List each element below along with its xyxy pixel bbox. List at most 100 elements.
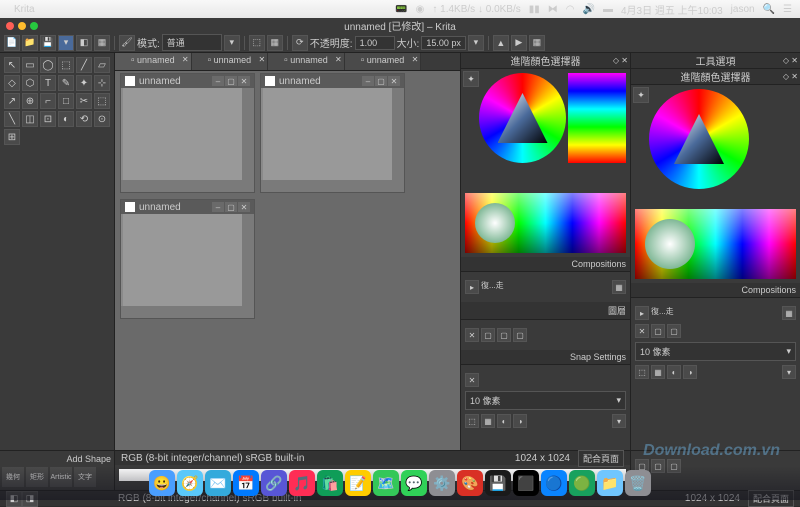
scrollbar-v[interactable] xyxy=(242,214,254,306)
document-tab[interactable]: ▫ unnamed✕ xyxy=(345,53,422,70)
menubar-wifi-icon[interactable]: ◉ xyxy=(416,4,425,15)
tool-button[interactable]: ⬚ xyxy=(58,57,74,73)
comp-opt2-icon[interactable]: ▦ xyxy=(782,306,796,320)
pixel-dropdown[interactable]: 10 像素 xyxy=(465,391,626,410)
brush3-icon[interactable]: ◐ xyxy=(667,365,681,379)
new-file-button[interactable]: 📄 xyxy=(4,35,20,51)
scrollbar-v[interactable] xyxy=(392,88,404,180)
dock-app-icon[interactable]: 💬 xyxy=(401,470,427,496)
tool-button[interactable]: ◯ xyxy=(40,57,56,73)
menubar-volume-icon[interactable]: 🔊 xyxy=(583,4,595,15)
win-min-icon[interactable]: ‒ xyxy=(212,202,224,212)
dock-app-icon[interactable]: 🟢 xyxy=(569,470,595,496)
win-min-icon[interactable]: ‒ xyxy=(362,76,374,86)
menubar-line-icon[interactable]: 📟 xyxy=(395,4,407,15)
mode-dropdown-icon[interactable]: ▾ xyxy=(224,35,240,51)
dock-app-icon[interactable]: 🗑️ xyxy=(625,470,651,496)
snap-x-icon[interactable]: ✕ xyxy=(465,373,479,387)
canvas-window-titlebar[interactable]: unnamed‒▢✕ xyxy=(261,74,404,88)
document-tab[interactable]: ▫ unnamed✕ xyxy=(115,53,192,70)
mirror-v-button[interactable]: ▶ xyxy=(511,35,527,51)
color-triangle[interactable] xyxy=(498,93,548,143)
panel-close-icon[interactable]: ◇ ✕ xyxy=(783,72,798,81)
dock-app-icon[interactable]: ⚙️ xyxy=(429,470,455,496)
brush1-icon[interactable]: ⬚ xyxy=(465,414,479,428)
opacity-input[interactable]: 1.00 xyxy=(355,36,395,50)
blend-mode-dropdown[interactable]: 普通 xyxy=(162,34,222,51)
tool-button[interactable]: ⊙ xyxy=(94,111,110,127)
tool-button[interactable]: ⬚ xyxy=(94,93,110,109)
canvas[interactable] xyxy=(263,88,392,180)
brush-preset-button[interactable]: 🖌 xyxy=(119,35,135,51)
panel-close-icon[interactable]: ◇ ✕ xyxy=(613,56,628,65)
brush4-icon[interactable]: ◑ xyxy=(683,365,697,379)
color-triangle-2[interactable] xyxy=(674,114,724,164)
tab-close-icon[interactable]: ✕ xyxy=(258,55,265,64)
layer-vis-icon[interactable]: ✕ xyxy=(635,324,649,338)
tool-button[interactable]: ↖ xyxy=(4,57,20,73)
hue-bar[interactable] xyxy=(568,73,626,163)
hue-preview-icon[interactable] xyxy=(475,203,515,243)
dock-app-icon[interactable]: 🛍️ xyxy=(317,470,343,496)
scrollbar-h[interactable] xyxy=(121,180,254,192)
tool-button[interactable]: ✂ xyxy=(76,93,92,109)
win-max-icon[interactable]: ▢ xyxy=(225,202,237,212)
alpha-lock-button[interactable]: ▦ xyxy=(267,35,283,51)
menubar-date[interactable]: 4月3日 週五 上午10:03 xyxy=(621,2,723,17)
menubar-search-icon[interactable]: 🔍 xyxy=(763,4,775,15)
eraser-button[interactable]: ⬚ xyxy=(249,35,265,51)
tool-button[interactable]: ⊕ xyxy=(22,93,38,109)
tool-button[interactable]: ▭ xyxy=(22,57,38,73)
hue-strip[interactable] xyxy=(465,193,626,253)
color-wheel-2[interactable] xyxy=(649,89,749,189)
dock-app-icon[interactable]: 🔵 xyxy=(541,470,567,496)
fit-dropdown[interactable]: 配合頁面 xyxy=(578,450,624,467)
app-name[interactable]: Krita xyxy=(14,4,35,15)
comp-opt2-icon[interactable]: ▦ xyxy=(612,280,626,294)
tool-button[interactable]: ◇ xyxy=(4,75,20,91)
tool-button[interactable]: ╱ xyxy=(76,57,92,73)
color-swatch-button[interactable]: ▾ xyxy=(58,35,74,51)
hue-preview-icon[interactable] xyxy=(645,219,695,269)
canvas-window-titlebar[interactable]: unnamed‒▢✕ xyxy=(121,74,254,88)
layer-b3-icon[interactable]: ▢ xyxy=(513,328,527,342)
comp-opt1-icon[interactable]: ▸ xyxy=(635,306,649,320)
tool-button[interactable]: T xyxy=(40,75,56,91)
document-tab[interactable]: ▫ unnamed✕ xyxy=(192,53,269,70)
win-min-icon[interactable]: ‒ xyxy=(212,76,224,86)
win-max-icon[interactable]: ▢ xyxy=(225,76,237,86)
tool-button[interactable]: ↗ xyxy=(4,93,20,109)
save-button[interactable]: 💾 xyxy=(40,35,56,51)
comp-opt1-icon[interactable]: ▸ xyxy=(465,280,479,294)
pixel-dropdown-2[interactable]: 10 像素 xyxy=(635,342,796,361)
scrollbar-h[interactable] xyxy=(121,306,254,318)
brush-add-icon[interactable]: ▾ xyxy=(782,365,796,379)
minimize-window-icon[interactable] xyxy=(18,22,26,30)
tab-close-icon[interactable]: ✕ xyxy=(182,55,189,64)
tool-button[interactable]: ⊞ xyxy=(4,129,20,145)
menubar-wifi2-icon[interactable]: ◠ xyxy=(566,4,575,15)
win-close-icon[interactable]: ✕ xyxy=(238,202,250,212)
layer-vis-icon[interactable]: ✕ xyxy=(465,328,479,342)
size-input[interactable]: 15.00 px xyxy=(421,36,466,50)
canvas[interactable] xyxy=(123,214,242,306)
open-file-button[interactable]: 📁 xyxy=(22,35,38,51)
workspace-button[interactable]: ▦ xyxy=(529,35,545,51)
picker-icon[interactable]: ✦ xyxy=(463,71,479,87)
size-dropdown-icon[interactable]: ▾ xyxy=(468,35,484,51)
dock-app-icon[interactable]: ⬛ xyxy=(513,470,539,496)
layer-b2-icon[interactable]: ▢ xyxy=(497,328,511,342)
menubar-bt-icon[interactable]: ⧓ xyxy=(548,4,558,15)
gradient-button[interactable]: ◧ xyxy=(76,35,92,51)
maximize-window-icon[interactable] xyxy=(30,22,38,30)
close-window-icon[interactable] xyxy=(6,22,14,30)
scrollbar-v[interactable] xyxy=(242,88,254,180)
brush2-icon[interactable]: ▦ xyxy=(651,365,665,379)
tool-button[interactable]: ╲ xyxy=(4,111,20,127)
win-close-icon[interactable]: ✕ xyxy=(388,76,400,86)
dock-app-icon[interactable]: 🎵 xyxy=(289,470,315,496)
brush2-icon[interactable]: ▦ xyxy=(481,414,495,428)
dock-app-icon[interactable]: 😀 xyxy=(149,470,175,496)
canvas-window-titlebar[interactable]: unnamed‒▢✕ xyxy=(121,200,254,214)
dock-app-icon[interactable]: 🗺️ xyxy=(373,470,399,496)
